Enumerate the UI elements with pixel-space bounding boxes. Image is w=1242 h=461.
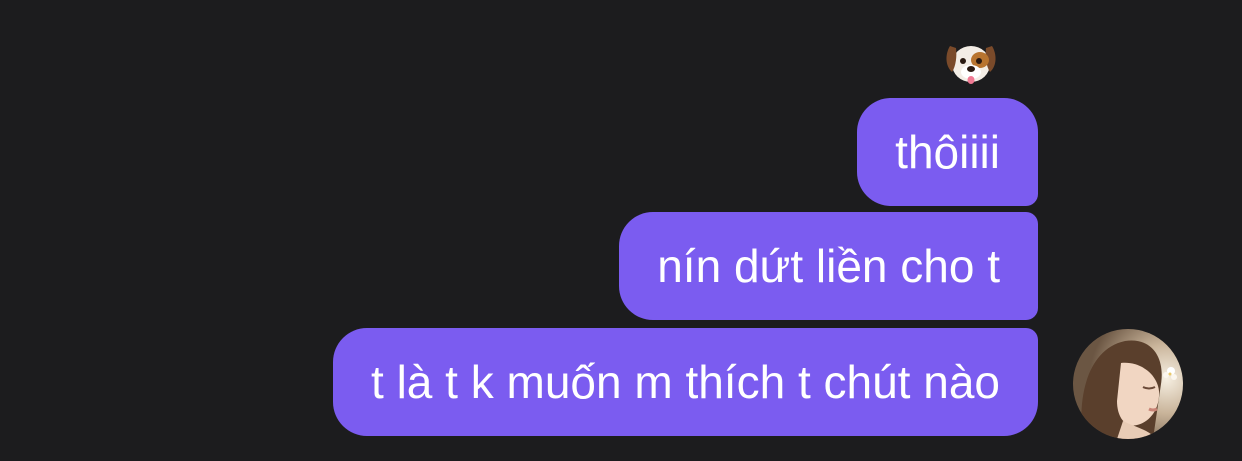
message-text: t là t k muốn m thích t chút nào	[371, 356, 1000, 408]
message-bubble[interactable]: nín dứt liền cho t	[619, 212, 1038, 320]
avatar[interactable]	[1073, 329, 1183, 439]
dog-face-icon[interactable]	[944, 38, 998, 88]
message-text: nín dứt liền cho t	[657, 240, 1000, 292]
message-bubble[interactable]: t là t k muốn m thích t chút nào	[333, 328, 1038, 436]
chat-thread: thôiiii nín dứt liền cho t t là t k muốn…	[0, 0, 1242, 461]
message-bubble[interactable]: thôiiii	[857, 98, 1038, 206]
message-text: thôiiii	[895, 126, 1000, 178]
